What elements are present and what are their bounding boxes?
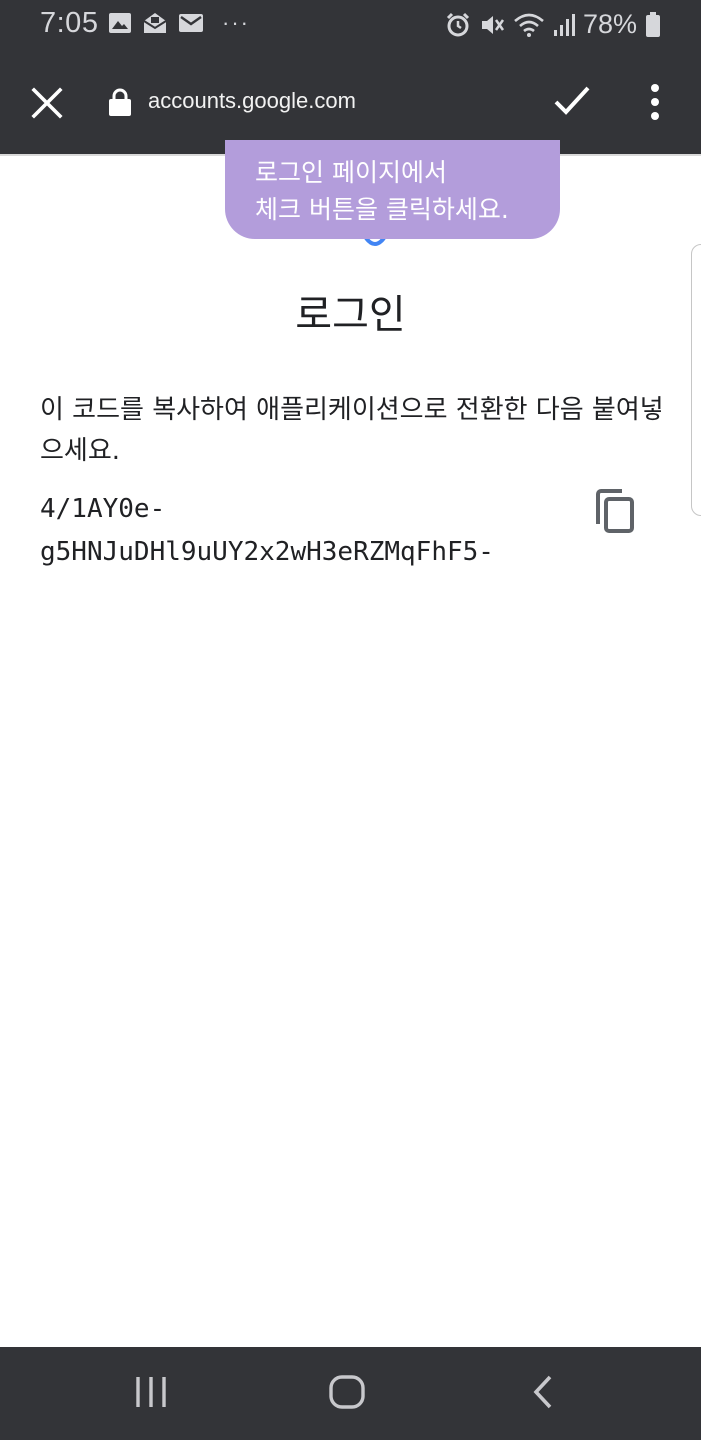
system-icons: 78% bbox=[445, 9, 661, 40]
status-bar: 7:05 ··· 78% bbox=[0, 0, 701, 50]
battery-percent: 78% bbox=[582, 9, 637, 39]
signal-icon bbox=[553, 13, 575, 36]
notification-icons: ··· bbox=[108, 10, 250, 36]
page-title: 로그인 bbox=[295, 292, 406, 338]
instruction-text: 이 코드를 복사하여 애플리케이션으로 전환한 다음 붙여넣으세요. bbox=[40, 395, 664, 466]
url-text[interactable]: accounts.google.com bbox=[148, 88, 356, 114]
image-icon bbox=[109, 13, 131, 33]
close-icon[interactable] bbox=[30, 86, 64, 120]
lock-icon bbox=[109, 88, 131, 116]
google-logo bbox=[364, 238, 386, 246]
check-icon[interactable] bbox=[552, 84, 592, 118]
back-icon[interactable] bbox=[528, 1373, 558, 1411]
home-icon[interactable] bbox=[327, 1373, 367, 1411]
status-time: 7:05 bbox=[40, 7, 99, 39]
more-notifications-indicator: ··· bbox=[222, 10, 250, 35]
system-navigation-bar bbox=[0, 1347, 701, 1440]
auth-code[interactable]: 4/1AY0e- g5HNJuDHl9uUY2x2wH3eRZMqFhF5- bbox=[40, 488, 580, 574]
auth-code-line-2: g5HNJuDHl9uUY2x2wH3eRZMqFhF5- bbox=[40, 537, 494, 567]
wifi-icon bbox=[514, 13, 544, 37]
more-options-icon[interactable] bbox=[644, 82, 666, 122]
mail-open-icon bbox=[143, 13, 167, 33]
mail-icon bbox=[179, 14, 203, 32]
battery-icon bbox=[646, 11, 660, 37]
mute-icon bbox=[481, 15, 504, 34]
recent-apps-icon[interactable] bbox=[134, 1373, 168, 1411]
hint-tooltip: 로그인 페이지에서 체크 버튼을 클릭하세요. bbox=[225, 140, 560, 239]
copy-icon[interactable] bbox=[592, 488, 636, 534]
tooltip-line-2: 체크 버튼을 클릭하세요. bbox=[255, 195, 509, 224]
auth-code-line-1: 4/1AY0e- bbox=[40, 494, 166, 524]
alarm-icon bbox=[446, 12, 470, 36]
tooltip-line-1: 로그인 페이지에서 bbox=[255, 158, 447, 187]
